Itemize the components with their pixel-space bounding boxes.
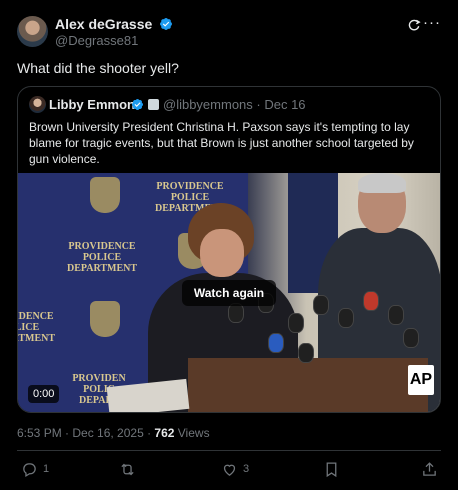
divider bbox=[17, 450, 441, 451]
views-label: Views bbox=[174, 426, 210, 440]
quoted-handle-date: @libbyemmons · Dec 16 bbox=[163, 97, 306, 112]
post-datetime[interactable]: 6:53 PM · Dec 16, 2025 · bbox=[17, 426, 154, 440]
quoted-post[interactable]: Libby Emmons @libbyemmons · Dec 16 Brown… bbox=[17, 86, 441, 413]
watch-again-button[interactable]: Watch again bbox=[182, 280, 276, 306]
more-icon[interactable]: ··· bbox=[423, 15, 441, 30]
like-icon bbox=[223, 464, 236, 476]
post-meta: 6:53 PM · Dec 16, 2025 · 762 Views bbox=[17, 426, 210, 440]
reply-icon bbox=[23, 462, 36, 477]
police-badge-icon bbox=[90, 177, 120, 213]
share-icon bbox=[423, 461, 436, 476]
police-badge-icon bbox=[90, 301, 120, 337]
post-text: What did the shooter yell? bbox=[17, 60, 179, 76]
quoted-post-header: Libby Emmons @libbyemmons · Dec 16 bbox=[29, 96, 429, 114]
action-bar: 1 3 bbox=[17, 458, 441, 482]
bookmark-button[interactable] bbox=[323, 458, 340, 480]
backdrop-text: PROVIDENCE POLICE DEPARTMENT bbox=[66, 241, 138, 274]
author-avatar[interactable] bbox=[17, 16, 48, 47]
ap-logo: AP bbox=[408, 365, 434, 395]
quoted-author-name: Libby Emmons bbox=[49, 97, 143, 112]
author-handle[interactable]: @Degrasse81 bbox=[55, 33, 138, 48]
post-header: Alex deGrasse @Degrasse81 ··· bbox=[17, 15, 441, 50]
video-timestamp: 0:00 bbox=[28, 385, 60, 403]
backdrop-text: PROVIDENCE POLICE DEPARTMENT bbox=[18, 311, 56, 344]
views-count: 762 bbox=[154, 426, 175, 440]
quoted-author-avatar bbox=[29, 96, 46, 113]
reply-count: 1 bbox=[43, 463, 50, 475]
verified-badge-icon bbox=[131, 98, 144, 111]
repost-icon bbox=[121, 463, 134, 475]
reply-button[interactable]: 1 bbox=[21, 458, 49, 480]
author-name[interactable]: Alex deGrasse bbox=[55, 16, 173, 32]
share-button[interactable] bbox=[421, 458, 438, 480]
tweet: Alex deGrasse @Degrasse81 ··· What did t… bbox=[0, 0, 458, 490]
repost-button[interactable] bbox=[119, 458, 141, 480]
verified-badge-icon bbox=[160, 18, 173, 30]
affiliate-badge-icon bbox=[148, 99, 159, 110]
bookmark-icon bbox=[326, 461, 337, 477]
like-button[interactable]: 3 bbox=[221, 458, 249, 480]
like-count: 3 bbox=[243, 463, 250, 475]
quoted-post-text: Brown University President Christina H. … bbox=[29, 120, 414, 166]
grok-icon[interactable] bbox=[407, 18, 421, 32]
video-player[interactable]: PROVIDENCE POLICE DEPARTMENT PROVIDENCE … bbox=[18, 173, 440, 412]
